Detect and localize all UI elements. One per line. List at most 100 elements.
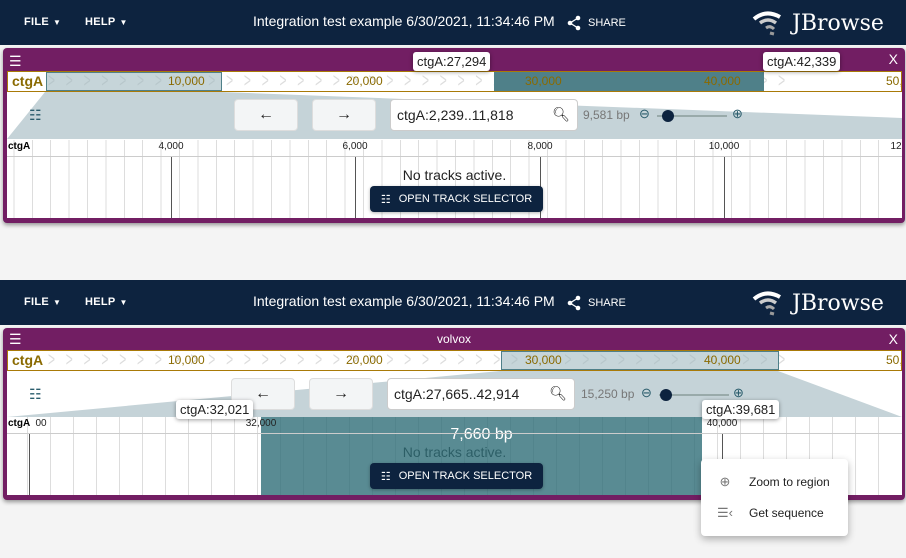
- overview-start-tooltip: ctgA:27,294: [413, 52, 491, 71]
- zoom-in-icon[interactable]: ⊕: [733, 385, 744, 401]
- share-button[interactable]: SHARE: [566, 15, 626, 31]
- list-icon: ☷: [380, 193, 391, 206]
- logo-icon: [752, 11, 781, 36]
- jbrowse-logo: JBrowse: [752, 9, 884, 37]
- overview-tick-label: 20,000: [346, 74, 383, 88]
- logo-text: JBrowse: [792, 10, 884, 36]
- scroll-right-button[interactable]: →: [309, 378, 373, 410]
- menu-item-get-sequence[interactable]: ☰‹ Get sequence: [701, 498, 848, 528]
- overview-refname: ctgA: [12, 352, 44, 368]
- linear-genome-view: ☰ X >>>>>>>>>>>>>>>>>>>>>>>>>>>>>>>>>>>>…: [3, 48, 905, 223]
- overview-scalebar[interactable]: >>>>>>>>>>>>>>>>>>>>>>>>>>>>>>>>>>>>>>>>…: [7, 350, 902, 371]
- ruler-tick-label: 8,000: [527, 141, 553, 152]
- caret-down-icon: ▼: [119, 298, 128, 307]
- ruler-tick-label: 40,000: [706, 418, 738, 429]
- overview-scalebar[interactable]: >>>>>>>>>>>>>>>>>>>>>>>>>>>>>>>>>>>>>>>>…: [7, 71, 902, 92]
- app-header: FILE ▼ HELP ▼ Integration test example 6/3…: [0, 280, 906, 325]
- overview-tick-label: 10,000: [168, 353, 205, 367]
- rubberband-end-tooltip: ctgA:39,681: [702, 400, 780, 419]
- help-menu-label: HELP: [85, 296, 116, 308]
- logo-text: JBrowse: [792, 290, 884, 316]
- jbrowse-logo: JBrowse: [752, 289, 884, 317]
- close-view-icon[interactable]: X: [889, 331, 898, 347]
- location-value: ctgA:27,665..42,914: [394, 386, 520, 402]
- caret-down-icon: ▼: [119, 18, 128, 27]
- ruler[interactable]: ctgA 4,000 6,000 8,000 10,000 12: [7, 140, 902, 157]
- open-track-selector-label: OPEN TRACK SELECTOR: [398, 193, 533, 205]
- ruler-tick-label: 4,000: [158, 141, 184, 152]
- scroll-left-button[interactable]: ←: [234, 99, 298, 131]
- search-icon[interactable]: 🔍︎: [552, 106, 570, 123]
- rubberband-start-tooltip: ctgA:32,021: [176, 400, 254, 419]
- view-menu-icon[interactable]: ☰: [9, 53, 22, 70]
- open-track-selector-button[interactable]: ☷ OPEN TRACK SELECTOR: [370, 463, 543, 489]
- file-menu[interactable]: FILE ▼: [24, 16, 61, 28]
- overview-tick-label: 20,000: [346, 353, 383, 367]
- location-value: ctgA:2,239..11,818: [397, 107, 514, 123]
- file-menu-label: FILE: [24, 16, 50, 28]
- caret-down-icon: ▼: [53, 18, 62, 27]
- zoom-in-icon[interactable]: ⊕: [732, 106, 743, 122]
- ruler-tick-label: 12: [890, 141, 902, 152]
- menu-item-label: Zoom to region: [749, 475, 830, 489]
- sequence-icon: ☰‹: [717, 505, 733, 520]
- ruler-refname: ctgA: [8, 141, 31, 152]
- open-track-selector-button[interactable]: ☷ OPEN TRACK SELECTOR: [370, 186, 543, 212]
- zoom-slider[interactable]: [657, 110, 727, 122]
- zoom-slider-thumb[interactable]: [661, 110, 674, 122]
- zoom-in-icon: ⊕: [719, 474, 731, 489]
- bp-per-view: 9,581 bp: [583, 108, 630, 122]
- caret-down-icon: ▼: [53, 298, 62, 307]
- location-search-input[interactable]: ctgA:2,239..11,818 🔍︎: [390, 99, 578, 131]
- bp-per-view: 15,250 bp: [581, 387, 635, 401]
- help-menu-label: HELP: [85, 16, 116, 28]
- jbrowse-session-top: FILE ▼ HELP ▼ Integration test example 6/3…: [0, 0, 906, 230]
- help-menu[interactable]: HELP ▼: [85, 16, 128, 28]
- share-icon: [567, 295, 581, 311]
- overview-tick-label: 40,000: [704, 74, 741, 88]
- ruler-tick-label: 00: [35, 418, 47, 429]
- share-label: SHARE: [588, 297, 626, 309]
- zoom-out-icon[interactable]: ⊖: [641, 385, 652, 401]
- zoom-out-icon[interactable]: ⊖: [639, 106, 650, 122]
- help-menu[interactable]: HELP ▼: [85, 296, 128, 308]
- overview-tick-label: 50,: [886, 353, 902, 367]
- session-title: Integration test example 6/30/2021, 11:3…: [253, 293, 555, 309]
- ruler-refname: ctgA: [8, 418, 31, 429]
- search-icon[interactable]: 🔍︎: [549, 385, 567, 402]
- arrow-right-icon: →: [336, 106, 352, 123]
- overview-refname: ctgA: [12, 73, 44, 89]
- overview-end-tooltip: ctgA:42,339: [763, 52, 841, 71]
- share-button[interactable]: SHARE: [566, 295, 626, 311]
- view-title: volvox: [436, 332, 471, 346]
- scroll-right-button[interactable]: →: [312, 99, 376, 131]
- no-tracks-message: No tracks active.: [402, 167, 507, 183]
- app-header: FILE ▼ HELP ▼ Integration test example 6/3…: [0, 0, 906, 45]
- ruler-tick-label: 6,000: [342, 141, 368, 152]
- share-label: SHARE: [588, 17, 626, 29]
- share-icon: [567, 15, 581, 31]
- track-selector-icon[interactable]: ☷: [29, 107, 42, 124]
- arrow-left-icon: ←: [258, 106, 274, 123]
- location-search-input[interactable]: ctgA:27,665..42,914 🔍︎: [387, 378, 575, 410]
- ruler-tick-label: 32,000: [245, 418, 277, 429]
- close-view-icon[interactable]: X: [889, 51, 898, 67]
- session-title: Integration test example 6/30/2021, 11:3…: [253, 13, 555, 29]
- view-controls: ☷ ← → ctgA:2,239..11,818 🔍︎ 9,581 bp ⊖ ⊕: [7, 92, 902, 139]
- track-selector-icon[interactable]: ☷: [29, 386, 42, 403]
- overview-tick-label: 30,000: [525, 353, 562, 367]
- overview-tick-label: 50,: [886, 74, 902, 88]
- overview-tick-label: 10,000: [168, 74, 205, 88]
- menu-item-zoom-to-region[interactable]: ⊕ Zoom to region: [701, 467, 848, 497]
- overview-tick-label: 30,000: [525, 74, 562, 88]
- view-body: >>>>>>>>>>>>>>>>>>>>>>>>>>>>>>>>>>>>>>>>…: [7, 71, 902, 218]
- logo-icon: [752, 291, 781, 316]
- zoom-slider-thumb[interactable]: [660, 389, 672, 401]
- file-menu[interactable]: FILE ▼: [24, 296, 61, 308]
- rubberband-context-menu: ⊕ Zoom to region ☰‹ Get sequence: [701, 459, 848, 536]
- arrow-right-icon: →: [333, 385, 349, 402]
- ruler[interactable]: ctgA 00 32,000 40,000: [7, 417, 902, 434]
- file-menu-label: FILE: [24, 296, 50, 308]
- overview-tick-label: 40,000: [704, 353, 741, 367]
- zoom-slider[interactable]: [659, 389, 729, 401]
